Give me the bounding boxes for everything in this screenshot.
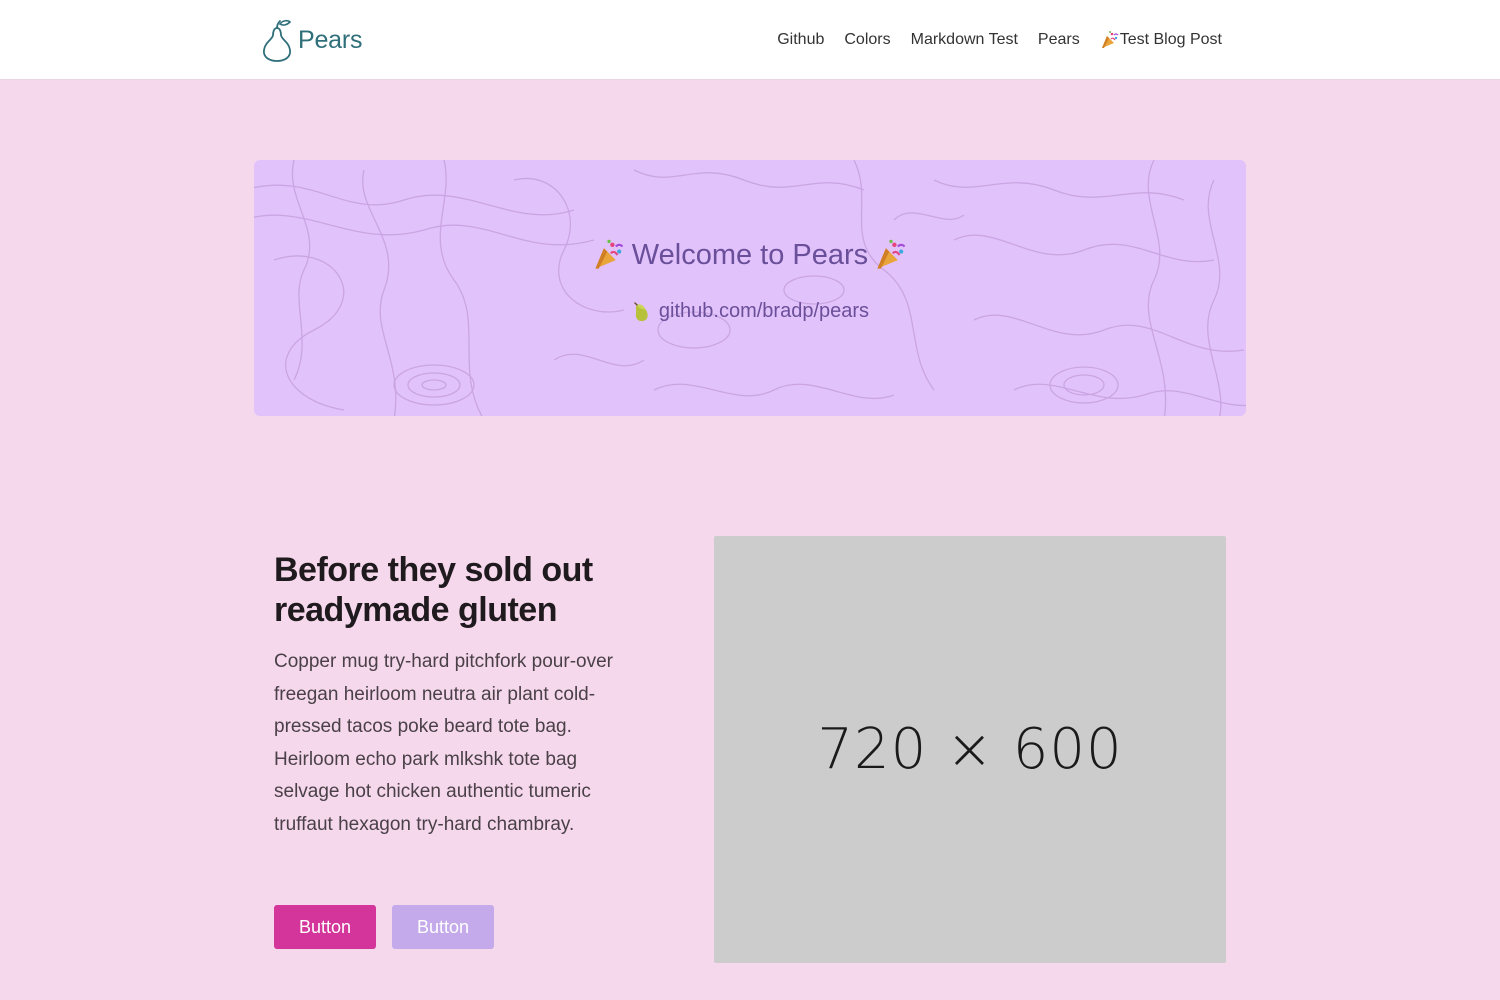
secondary-button[interactable]: Button — [392, 905, 494, 949]
hero-banner: Welcome to Pears github.com/bradp/pears — [254, 160, 1246, 416]
hero-title: Welcome to Pears — [254, 238, 1246, 272]
github-link[interactable]: github.com/bradp/pears — [254, 300, 1246, 323]
section-body-text: Copper mug try-hard pitchfork pour-over … — [274, 651, 613, 835]
image-placeholder: 720 × 600 — [714, 536, 1226, 963]
image-placeholder-label: 720 × 600 — [817, 717, 1123, 782]
topographic-pattern — [254, 160, 1246, 416]
party-popper-icon — [595, 239, 624, 269]
party-popper-icon — [877, 239, 906, 269]
section-heading: Before they sold out readymade gluten — [274, 551, 593, 629]
brand-name: Pears — [298, 25, 363, 54]
pear-icon — [634, 301, 648, 321]
brand-logo-link[interactable]: Pears — [260, 18, 363, 62]
pear-logo-icon — [263, 19, 292, 62]
primary-button[interactable]: Button — [274, 905, 376, 949]
party-popper-icon — [1101, 31, 1119, 48]
nav-colors[interactable]: Colors — [844, 31, 890, 49]
main-nav: Github Colors Markdown Test Pears Test B… — [777, 0, 1222, 80]
nav-pears[interactable]: Pears — [1038, 31, 1080, 49]
github-link-text: github.com/bradp/pears — [658, 300, 870, 322]
nav-markdown-test[interactable]: Markdown Test — [911, 31, 1018, 49]
site-header: Pears Github Colors Markdown Test Pears … — [0, 0, 1500, 80]
hero-title-text: Welcome to Pears — [631, 238, 869, 271]
nav-test-blog-post-label: Test Blog Post — [1119, 31, 1222, 48]
nav-test-blog-post[interactable]: Test Blog Post — [1100, 30, 1222, 50]
nav-github[interactable]: Github — [777, 31, 824, 49]
